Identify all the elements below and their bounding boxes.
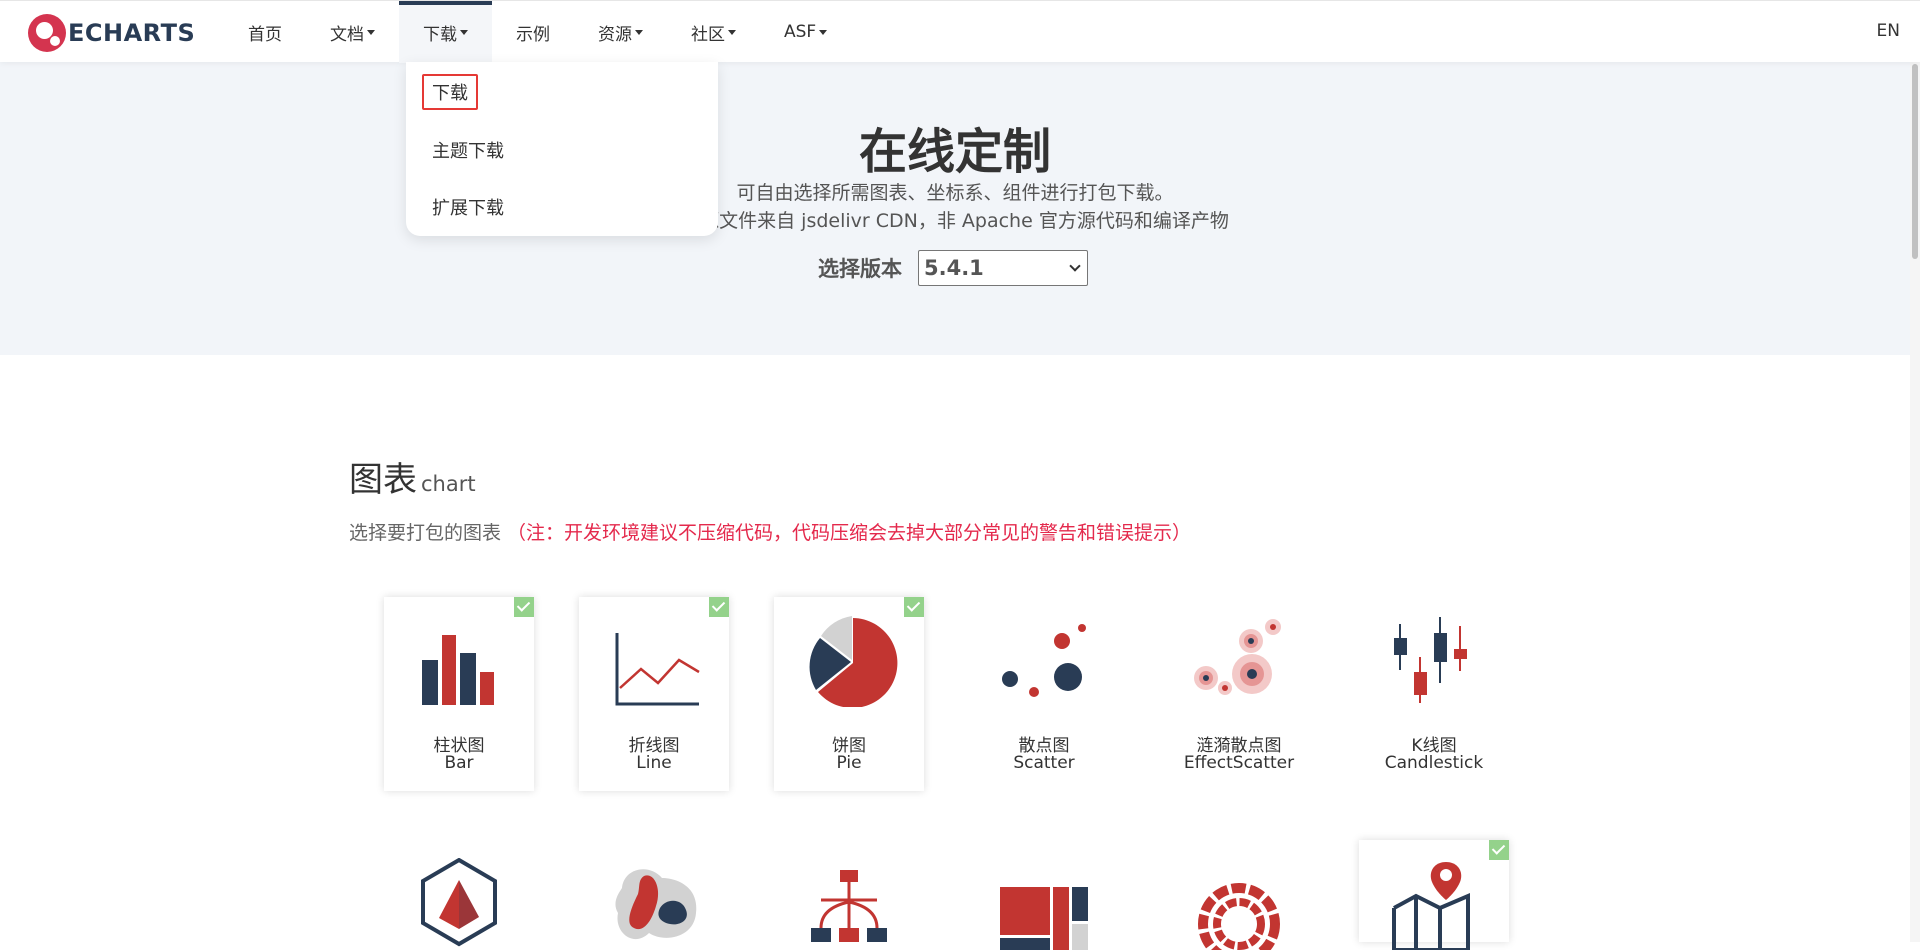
section-title-en: chart [421, 472, 476, 496]
hero-banner: 在线定制 可自由选择所需图表、坐标系、组件进行打包下载。 的源文件来自 jsde… [0, 62, 1910, 355]
dropdown-item-theme-download[interactable]: 主题下载 [432, 137, 504, 163]
scatter-chart-icon [994, 615, 1094, 707]
chart-name-en: Scatter [969, 753, 1119, 773]
caret-down-icon [819, 30, 827, 35]
logo-text: ECHARTS [68, 19, 195, 47]
top-navbar: ECHARTS 首页 文档 下载 示例 资源 社区 ASF EN [0, 0, 1920, 62]
effect-scatter-icon [1189, 615, 1289, 707]
nav-home-label: 首页 [248, 20, 282, 45]
nav-asf-label: ASF [784, 22, 816, 42]
checkmark-icon [709, 597, 729, 617]
nav-download-label: 下载 [423, 20, 457, 45]
chart-card-sunburst[interactable] [1164, 840, 1314, 942]
main-nav: 首页 文档 下载 示例 资源 社区 ASF [224, 1, 851, 63]
nav-community[interactable]: 社区 [667, 1, 760, 63]
scrollbar-thumb[interactable] [1912, 64, 1918, 259]
nav-resources-label: 资源 [598, 20, 632, 45]
caret-down-icon [460, 30, 468, 35]
chart-card-treemap[interactable] [969, 840, 1119, 942]
caret-down-icon [635, 30, 643, 35]
version-selector-row: 选择版本 5.4.1 [818, 250, 1088, 286]
download-dropdown-menu: 下载 主题下载 扩展下载 [406, 62, 718, 236]
chart-card-radar[interactable] [384, 840, 534, 942]
checkmark-icon [1489, 840, 1509, 860]
checkmark-icon [514, 597, 534, 617]
chart-name-en: Candlestick [1359, 753, 1509, 773]
candlestick-icon [1384, 615, 1484, 707]
sunburst-icon [1189, 858, 1289, 950]
page-scrollbar[interactable] [1910, 62, 1920, 942]
section-title-text: 图表 [349, 460, 417, 500]
chart-card-candlestick[interactable]: K线图 Candlestick [1359, 597, 1509, 791]
chart-card-pie[interactable]: 饼图 Pie [774, 597, 924, 791]
nav-docs-label: 文档 [330, 20, 364, 45]
chart-select-hint: 选择要打包的图表 （注：开发环境建议不压缩代码，代码压缩会去掉大部分常见的警告和错… [349, 518, 1191, 545]
checkmark-icon [904, 597, 924, 617]
nav-home[interactable]: 首页 [224, 1, 306, 63]
nav-download[interactable]: 下载 [399, 1, 492, 63]
line-chart-icon [604, 615, 704, 707]
chevron-down-icon [1069, 260, 1080, 271]
nav-resources[interactable]: 资源 [574, 1, 667, 63]
chart-card-scatter[interactable]: 散点图 Scatter [969, 597, 1119, 791]
version-value: 5.4.1 [924, 256, 984, 280]
geo-map-icon [1384, 858, 1484, 950]
pie-chart-icon [799, 615, 899, 707]
chart-name-en: Bar [384, 753, 534, 773]
hero-source-note: 的源文件来自 jsdelivr CDN，非 Apache 官方源代码和编译产物 [0, 206, 1910, 233]
radar-chart-icon [409, 858, 509, 950]
nav-docs[interactable]: 文档 [306, 1, 399, 63]
chart-name-en: Pie [774, 753, 924, 773]
tree-chart-icon [799, 858, 899, 950]
chart-card-tree[interactable] [774, 840, 924, 942]
chart-section-title: 图表chart [349, 452, 476, 501]
caret-down-icon [367, 30, 375, 35]
nav-asf[interactable]: ASF [760, 1, 851, 63]
compression-warning: （注：开发环境建议不压缩代码，代码压缩会去掉大部分常见的警告和错误提示） [507, 522, 1191, 544]
hint-text: 选择要打包的图表 [349, 522, 501, 544]
chart-name-en: EffectScatter [1164, 753, 1314, 773]
dropdown-item-extension-download[interactable]: 扩展下载 [432, 194, 504, 220]
echarts-logo[interactable]: ECHARTS [28, 13, 195, 53]
chart-card-bar[interactable]: 柱状图 Bar [384, 597, 534, 791]
language-switch[interactable]: EN [1877, 21, 1900, 41]
dropdown-item-download[interactable]: 下载 [422, 74, 478, 110]
version-label: 选择版本 [818, 253, 902, 283]
nav-examples[interactable]: 示例 [492, 1, 574, 63]
hero-description: 可自由选择所需图表、坐标系、组件进行打包下载。 [0, 178, 1910, 205]
nav-community-label: 社区 [691, 20, 725, 45]
chart-card-line[interactable]: 折线图 Line [579, 597, 729, 791]
chart-card-geo-map[interactable] [1359, 840, 1509, 942]
echarts-logo-mark-icon [28, 14, 66, 52]
page-title: 在线定制 [0, 112, 1910, 182]
chart-card-map-blob[interactable] [579, 840, 729, 942]
chart-card-effect-scatter[interactable]: 涟漪散点图 EffectScatter [1164, 597, 1314, 791]
nav-examples-label: 示例 [516, 20, 550, 45]
caret-down-icon [728, 30, 736, 35]
version-select[interactable]: 5.4.1 [918, 250, 1088, 286]
treemap-icon [994, 858, 1094, 950]
map-blob-icon [604, 858, 704, 950]
chart-name-en: Line [579, 753, 729, 773]
bar-chart-icon [409, 615, 509, 707]
